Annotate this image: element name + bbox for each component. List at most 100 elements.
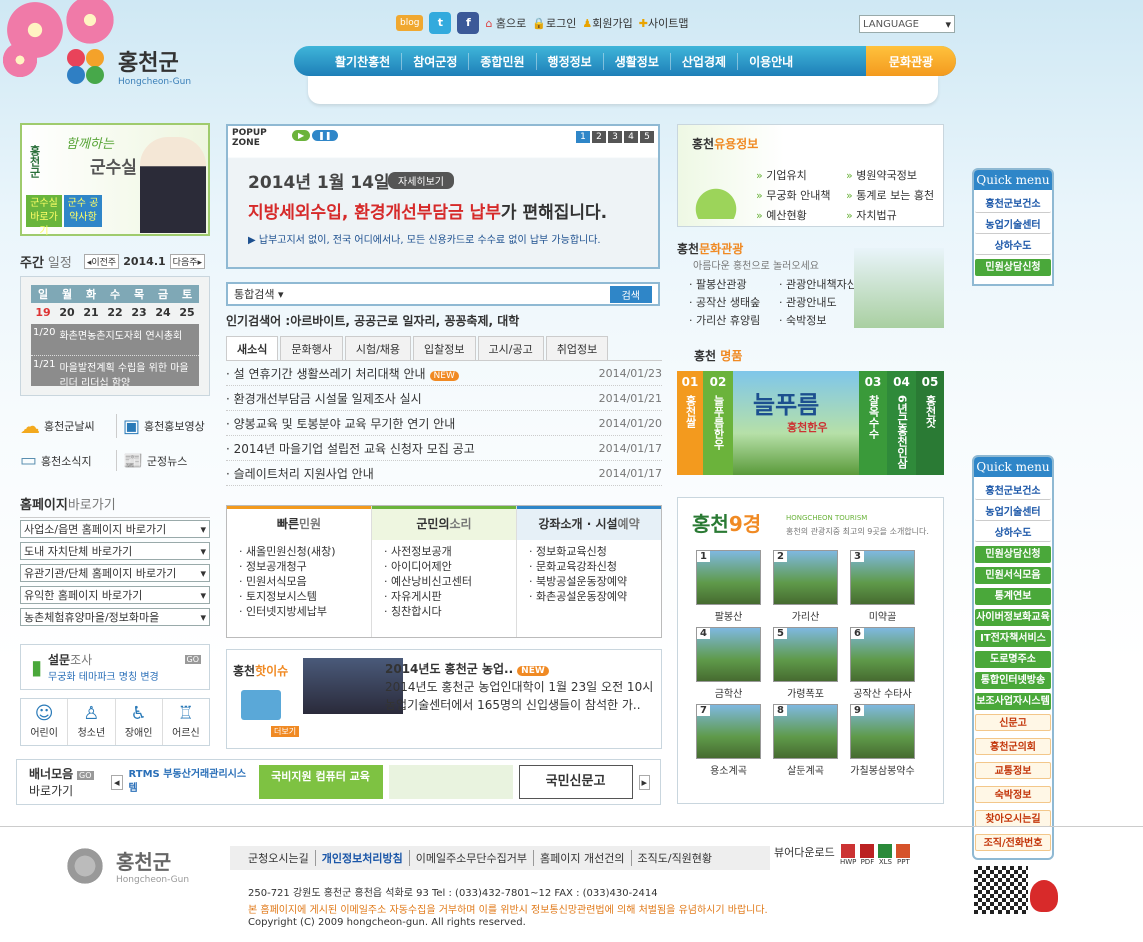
- banner-item[interactable]: RTMS 부동산거래관리시스템: [129, 765, 253, 799]
- footer-link[interactable]: 이메일주소무단수집거부: [410, 850, 535, 866]
- popular-keyword-list[interactable]: 아르바이트, 공공근로 일자리, 꽁꽁축제, 대학: [290, 314, 519, 328]
- useful-link[interactable]: » 병원약국정보: [846, 167, 942, 183]
- service-link[interactable]: · 사전정보공개: [384, 544, 504, 559]
- nav-culture-tab[interactable]: 문화관광: [866, 46, 956, 76]
- more-button[interactable]: 더보기: [271, 726, 300, 737]
- product-item[interactable]: 01 홍천쌀: [677, 371, 703, 475]
- banner-item[interactable]: 국비지원 컴퓨터 교육: [258, 765, 383, 799]
- popup-detail-button[interactable]: 자세히보기: [388, 172, 454, 189]
- pause-button[interactable]: ❚❚: [312, 130, 338, 141]
- quick-menu-item[interactable]: 상하수도: [975, 525, 1051, 542]
- culture-link[interactable]: · 팔봉산관광: [689, 276, 779, 292]
- quick-menu-item[interactable]: 교통정보: [975, 762, 1051, 779]
- next-banner-icon[interactable]: ▸: [638, 774, 651, 790]
- senior-link[interactable]: ♖ 어르신: [163, 699, 209, 745]
- language-select[interactable]: LANGUAGE ▾: [859, 15, 955, 33]
- quick-menu-item[interactable]: 민원상담신청: [975, 546, 1051, 563]
- nav-item[interactable]: 이용안내: [738, 53, 804, 70]
- newsletter-link[interactable]: ▭ 홍천소식지: [20, 450, 116, 471]
- quick-menu-item[interactable]: 상하수도: [975, 238, 1051, 255]
- service-link[interactable]: · 인터넷지방세납부: [239, 604, 359, 619]
- footer-link[interactable]: 군청오시는길: [242, 850, 316, 866]
- popup-page-button[interactable]: 2: [592, 131, 606, 143]
- useful-link[interactable]: » 기업유치: [756, 167, 846, 183]
- nav-item[interactable]: 행정정보: [537, 52, 604, 70]
- homepage-select[interactable]: 도내 자치단체 바로가기 ▾: [20, 542, 210, 560]
- site-logo[interactable]: 홍천군 Hongcheon-Gun: [62, 45, 191, 87]
- list-item[interactable]: · 설 연휴기간 생활쓰레기 처리대책 안내 NEW 2014/01/23: [226, 361, 662, 386]
- prev-week-button[interactable]: ◂이전주: [83, 254, 120, 269]
- product-item[interactable]: 04 6년근홍천인삼: [887, 371, 916, 475]
- quick-menu-item[interactable]: 도로명주소: [975, 651, 1051, 668]
- service-link[interactable]: · 새올민원신청(새창): [239, 544, 359, 559]
- banner-item[interactable]: 국민신문고: [518, 765, 633, 799]
- service-link[interactable]: · 칭찬합시다: [384, 604, 504, 619]
- useful-link[interactable]: » 통계로 보는 홍천: [846, 187, 942, 203]
- service-link[interactable]: · 아이디어제안: [384, 559, 504, 574]
- homepage-select[interactable]: 유익한 홈페이지 바로가기 ▾: [20, 586, 210, 604]
- scene-item[interactable]: 1 팔봉산: [696, 550, 773, 623]
- footer-link[interactable]: 조직도/직원현황: [632, 850, 719, 866]
- mayor-pledge-button[interactable]: 군수 공약사항: [64, 195, 102, 227]
- quick-menu-item[interactable]: 통계연보: [975, 588, 1051, 605]
- service-link[interactable]: · 북방공설운동장예약: [529, 574, 649, 589]
- login-link[interactable]: 🔒로그인: [532, 15, 576, 31]
- tab-jobs[interactable]: 취업정보: [545, 336, 609, 361]
- ppt-icon[interactable]: PPT: [896, 844, 911, 866]
- scene-item[interactable]: 3 미약골: [850, 550, 927, 623]
- quick-menu-item[interactable]: 농업기술센터: [975, 504, 1051, 521]
- quick-menu-item[interactable]: 조직/전화번호: [975, 834, 1051, 851]
- quick-menu-item[interactable]: 홍천군의회: [975, 738, 1051, 755]
- culture-link[interactable]: · 공작산 생태숲: [689, 294, 779, 310]
- featured-product[interactable]: 늘푸름 홍천한우: [733, 371, 859, 475]
- service-link[interactable]: · 자유게시판: [384, 589, 504, 604]
- calendar-date[interactable]: 24: [151, 306, 175, 319]
- popup-page-button[interactable]: 3: [608, 131, 622, 143]
- go-icon[interactable]: GO: [184, 655, 201, 664]
- tab-culture[interactable]: 문화행사: [280, 336, 343, 361]
- nav-item[interactable]: 산업경제: [671, 52, 739, 70]
- list-item[interactable]: · 양봉교육 및 토봉분야 교육 무기한 연기 안내 2014/01/20: [226, 411, 662, 436]
- xls-icon[interactable]: XLS: [878, 844, 893, 866]
- quick-menu-item[interactable]: 숙박정보: [975, 786, 1051, 803]
- play-button[interactable]: ▶: [292, 130, 311, 141]
- quick-menu-item[interactable]: 민원서식모음: [975, 567, 1051, 584]
- quick-menu-item[interactable]: 통합인터넷방송: [975, 672, 1051, 689]
- useful-link[interactable]: » 자치법규: [846, 207, 942, 223]
- scene-item[interactable]: 4 금학산: [696, 627, 773, 700]
- useful-link[interactable]: » 무궁화 안내책: [756, 187, 846, 203]
- banner-item[interactable]: [388, 765, 513, 799]
- search-input[interactable]: [287, 286, 606, 302]
- search-scope-select[interactable]: 통합검색 ▾: [234, 286, 284, 302]
- nav-item[interactable]: 종합민원: [469, 52, 537, 70]
- popup-page-button[interactable]: 5: [640, 131, 654, 143]
- homepage-select[interactable]: 유관기관/단체 홈페이지 바로가기 ▾: [20, 564, 210, 582]
- facebook-icon[interactable]: f: [457, 12, 480, 34]
- quick-menu-item[interactable]: 농업기술센터: [975, 217, 1051, 234]
- culture-link[interactable]: · 가리산 휴양림: [689, 312, 779, 328]
- quick-menu-item[interactable]: 홍천군보건소: [975, 196, 1051, 213]
- prev-banner-icon[interactable]: ◂: [111, 774, 123, 790]
- service-link[interactable]: · 예산낭비신고센터: [384, 574, 504, 589]
- tab-notice[interactable]: 고시/공고: [477, 336, 544, 361]
- calendar-date[interactable]: 20: [55, 306, 79, 319]
- news-link[interactable]: 📰 군정뉴스: [116, 450, 212, 471]
- sitemap-link[interactable]: ✚사이트맵: [639, 15, 689, 31]
- service-link[interactable]: · 토지정보시스템: [239, 589, 359, 604]
- useful-link[interactable]: » 예산현황: [756, 207, 846, 223]
- scene-item[interactable]: 7 용소계곡: [696, 704, 773, 777]
- popup-page-button[interactable]: 4: [624, 131, 638, 143]
- list-item[interactable]: · 슬레이트처리 지원사업 안내 2014/01/17: [226, 461, 662, 486]
- service-link[interactable]: · 정보공개청구: [239, 559, 359, 574]
- nav-item[interactable]: 참여군정: [402, 52, 470, 70]
- quick-menu-item[interactable]: 찾아오시는길: [975, 810, 1051, 827]
- nav-item[interactable]: 생활정보: [604, 52, 671, 70]
- youth-link[interactable]: ♙ 청소년: [68, 699, 116, 745]
- pdf-icon[interactable]: PDF: [860, 844, 875, 866]
- tab-bid[interactable]: 입찰정보: [413, 336, 476, 361]
- next-week-button[interactable]: 다음주▸: [169, 254, 206, 269]
- weather-link[interactable]: ☁ 홍천군날씨: [20, 414, 116, 438]
- tab-exam[interactable]: 시험/채용: [344, 336, 412, 361]
- mayor-office-button[interactable]: 군수실 바로가기: [26, 195, 62, 237]
- product-item[interactable]: 03 찰옥수수: [859, 371, 887, 475]
